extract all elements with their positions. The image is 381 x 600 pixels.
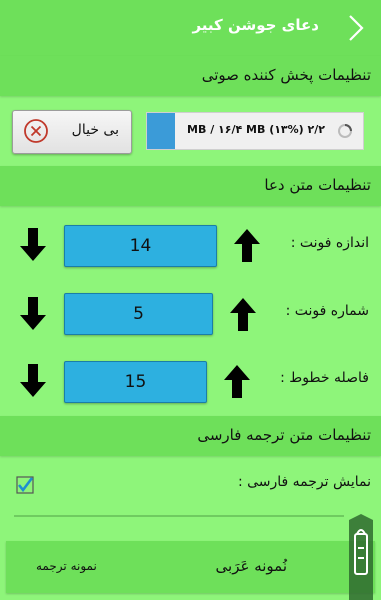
section-title-text: تنظیمات متن دعا bbox=[264, 176, 371, 194]
arrow-up-icon[interactable] bbox=[232, 228, 262, 262]
cancel-label: بی خیال bbox=[71, 122, 119, 138]
section-title-translation: تنظیمات متن ترجمه فارسی bbox=[197, 426, 371, 444]
arrow-down-icon[interactable] bbox=[18, 228, 48, 262]
section-header-translation: تنظیمات متن ترجمه فارسی bbox=[0, 416, 381, 456]
font-number-label: شماره فونت : bbox=[285, 303, 369, 319]
line-spacing-value[interactable]: 15 bbox=[64, 361, 207, 403]
arrow-up-icon[interactable] bbox=[222, 364, 252, 398]
arrow-up-icon[interactable] bbox=[228, 297, 258, 331]
show-translation-label: نمایش ترجمه فارسی : bbox=[237, 474, 371, 490]
circle-x-icon bbox=[24, 119, 48, 143]
download-progress-fill bbox=[147, 113, 175, 149]
font-size-value[interactable]: 14 bbox=[64, 225, 217, 267]
divider bbox=[14, 515, 344, 517]
section-title-audio: تنظیمات پخش کننده صوتی bbox=[201, 66, 371, 84]
font-size-label: اندازه فونت : bbox=[290, 235, 369, 251]
app-bar: دعای جوشن کبیر bbox=[0, 0, 381, 56]
sample-translation-text: نمونه ترجمه bbox=[36, 559, 97, 573]
chevron-right-icon[interactable] bbox=[347, 14, 365, 42]
font-number-value[interactable]: 5 bbox=[64, 293, 213, 335]
bazaar-logo-icon bbox=[349, 514, 373, 600]
section-header-audio: تنظیمات پخش کننده صوتی bbox=[0, 56, 381, 96]
sample-preview: نُمونه عَرَبی نمونه ترجمه bbox=[6, 541, 375, 593]
download-status-text: ۲/۲ MB / ۱۶/۴ MB (۱۳%) bbox=[187, 123, 325, 136]
arrow-down-icon[interactable] bbox=[18, 297, 48, 331]
sample-arabic-text: نُمونه عَرَبی bbox=[215, 557, 287, 575]
spinner-icon bbox=[338, 124, 352, 138]
app-title: دعای جوشن کبیر bbox=[192, 16, 319, 34]
section-header-text: تنظیمات متن دعا bbox=[0, 166, 381, 206]
show-translation-checkbox[interactable] bbox=[16, 476, 34, 494]
line-spacing-label: فاصله خطوط : bbox=[280, 370, 369, 386]
cancel-button[interactable]: بی خیال bbox=[12, 110, 132, 154]
arrow-down-icon[interactable] bbox=[18, 364, 48, 398]
download-progress: ۲/۲ MB / ۱۶/۴ MB (۱۳%) bbox=[146, 112, 364, 150]
